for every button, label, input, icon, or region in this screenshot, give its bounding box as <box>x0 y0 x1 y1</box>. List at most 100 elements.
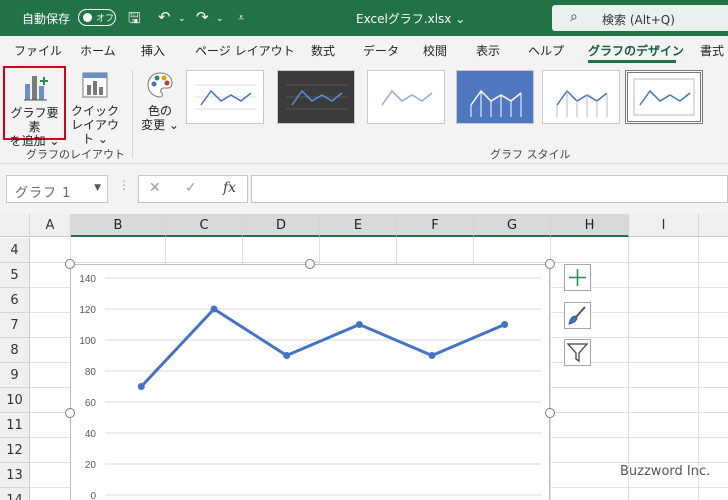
column-header-b[interactable]: B <box>71 214 166 237</box>
grid-line <box>628 237 629 500</box>
row-header-12[interactable]: 12 <box>0 438 30 463</box>
tab-file[interactable]: ファイル <box>14 42 62 59</box>
redo-dropdown-icon[interactable]: ⌄ <box>216 14 224 24</box>
resize-handle-top-right[interactable] <box>545 259 555 269</box>
palette-icon <box>147 72 173 98</box>
resize-handle-right[interactable] <box>545 408 555 418</box>
select-all-corner[interactable] <box>0 214 30 237</box>
grid-line <box>550 237 551 500</box>
change-colors-label-1: 色の <box>147 104 172 118</box>
chart-style-4[interactable] <box>456 70 534 124</box>
chart-style-6-preview <box>633 78 695 116</box>
tab-page-layout[interactable]: ページ レイアウト <box>195 42 295 59</box>
data-point[interactable] <box>137 383 145 390</box>
quick-layout-button[interactable]: クイック レイアウト ⌄ <box>66 70 124 146</box>
cancel-icon[interactable]: ✕ <box>149 180 161 196</box>
chart-style-4-preview <box>470 89 522 117</box>
row-header-11[interactable]: 11 <box>0 413 30 438</box>
column-header-f[interactable]: F <box>397 214 474 237</box>
column-header-d[interactable]: D <box>243 214 320 237</box>
ribbon: グラフ要素 を追加 ⌄ クイック レイアウト ⌄ グラフのレイアウト 色の 変更… <box>0 64 728 164</box>
row-header-14[interactable]: 14 <box>0 488 30 500</box>
column-header-a[interactable]: A <box>30 214 71 237</box>
add-chart-element-icon <box>23 76 48 101</box>
chart-style-1-preview <box>195 84 257 110</box>
add-chart-element-button[interactable]: グラフ要素 を追加 ⌄ <box>3 66 66 148</box>
quick-layout-icon <box>82 72 108 98</box>
window-title[interactable]: Excelグラフ.xlsx ⌄ <box>356 10 465 27</box>
chart-style-2[interactable] <box>277 70 355 124</box>
active-tab-indicator <box>588 60 676 63</box>
resize-handle-top[interactable] <box>305 259 315 269</box>
chevron-down-icon[interactable]: ▼ <box>94 183 101 193</box>
chart-style-1[interactable] <box>186 70 264 124</box>
plus-icon <box>569 269 586 286</box>
data-point[interactable] <box>355 321 363 328</box>
autosave-toggle[interactable]: オフ <box>78 9 116 26</box>
grid-line <box>30 262 728 263</box>
tab-chart-design[interactable]: グラフのデザイン <box>588 42 684 59</box>
enter-icon[interactable]: ✓ <box>185 180 197 196</box>
undo-icon[interactable]: ↶ <box>158 8 171 26</box>
chart-filters-button[interactable] <box>564 339 591 366</box>
row-header-10[interactable]: 10 <box>0 388 30 413</box>
insert-function-button[interactable]: fx <box>223 180 236 196</box>
series-line[interactable] <box>140 307 506 388</box>
row-header-13[interactable]: 13 <box>0 463 30 488</box>
data-point[interactable] <box>283 352 291 359</box>
name-box[interactable]: グラフ 1 ▼ <box>6 175 108 203</box>
chart-style-3[interactable] <box>367 70 445 124</box>
style-group-label: グラフ スタイル <box>490 148 571 161</box>
chart-styles-button[interactable] <box>564 302 591 329</box>
tab-data[interactable]: データ <box>363 42 399 59</box>
ribbon-separator <box>132 70 133 158</box>
resize-handle-top-left[interactable] <box>65 259 75 269</box>
column-header-h[interactable]: H <box>551 214 629 237</box>
row-header-6[interactable]: 6 <box>0 288 30 313</box>
tab-help[interactable]: ヘルプ <box>528 42 564 59</box>
tab-insert[interactable]: 挿入 <box>141 42 165 59</box>
data-point[interactable] <box>428 352 436 359</box>
y-tick-label: 40 <box>85 429 97 440</box>
column-header-j[interactable] <box>699 214 728 237</box>
data-point[interactable] <box>210 305 218 313</box>
title-bar: 自動保存 オフ 🖫 ↶ ⌄ ↷ ⌄ ⩡ Excelグラフ.xlsx ⌄ ⌕ 検索… <box>0 0 728 36</box>
column-header-g[interactable]: G <box>474 214 551 237</box>
row-header-4[interactable]: 4 <box>0 238 30 263</box>
row-header-8[interactable]: 8 <box>0 338 30 363</box>
row-header-5[interactable]: 5 <box>0 263 30 288</box>
tab-review[interactable]: 校閲 <box>423 42 447 59</box>
y-tick-label: 140 <box>79 274 96 285</box>
change-colors-button[interactable]: 色の 変更 ⌄ <box>138 70 182 132</box>
column-header-i[interactable]: I <box>629 214 699 237</box>
chart-style-5[interactable] <box>542 70 620 124</box>
row-header-7[interactable]: 7 <box>0 313 30 338</box>
paintbrush-icon <box>568 306 586 325</box>
funnel-icon <box>566 343 589 363</box>
chart-style-5-preview <box>556 89 608 117</box>
customize-qat-icon[interactable]: ⩡ <box>238 11 244 25</box>
more-options-icon[interactable]: ⋮ <box>118 178 130 192</box>
column-header-c[interactable]: C <box>166 214 243 237</box>
save-icon[interactable]: 🖫 <box>128 8 141 33</box>
row-header-9[interactable]: 9 <box>0 363 30 388</box>
tab-view[interactable]: 表示 <box>476 42 500 59</box>
quick-layout-label-1: クイック <box>70 104 119 118</box>
search-box[interactable]: ⌕ 検索 (Alt+Q) <box>552 5 728 31</box>
tab-home[interactable]: ホーム <box>80 42 116 59</box>
chart-style-3-preview <box>381 89 433 106</box>
formula-input[interactable] <box>251 175 728 203</box>
data-point[interactable] <box>501 321 509 328</box>
chart-style-6[interactable] <box>625 70 703 124</box>
toggle-knob <box>83 13 92 22</box>
autosave-label: 自動保存 <box>22 12 71 26</box>
redo-icon[interactable]: ↷ <box>196 8 209 26</box>
undo-dropdown-icon[interactable]: ⌄ <box>178 14 186 24</box>
chart-area[interactable]: 140 120 100 80 60 40 20 0 <box>70 264 550 500</box>
tab-formulas[interactable]: 数式 <box>311 42 335 59</box>
resize-handle-left[interactable] <box>65 408 75 418</box>
column-header-e[interactable]: E <box>320 214 397 237</box>
chart-elements-button[interactable] <box>564 264 591 291</box>
tab-format[interactable]: 書式 <box>700 42 724 59</box>
y-tick-label: 100 <box>79 336 96 347</box>
